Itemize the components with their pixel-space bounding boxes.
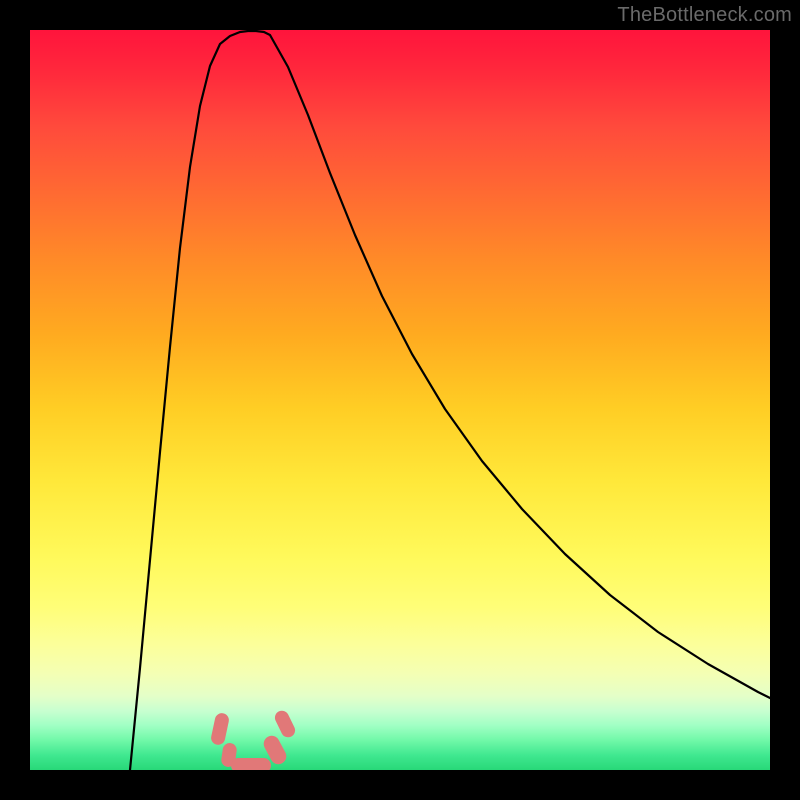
curve-path bbox=[130, 31, 770, 770]
bottleneck-curve bbox=[30, 30, 770, 770]
watermark-text: TheBottleneck.com bbox=[617, 4, 792, 27]
plot-frame bbox=[30, 30, 770, 770]
marker-floor bbox=[231, 758, 271, 771]
